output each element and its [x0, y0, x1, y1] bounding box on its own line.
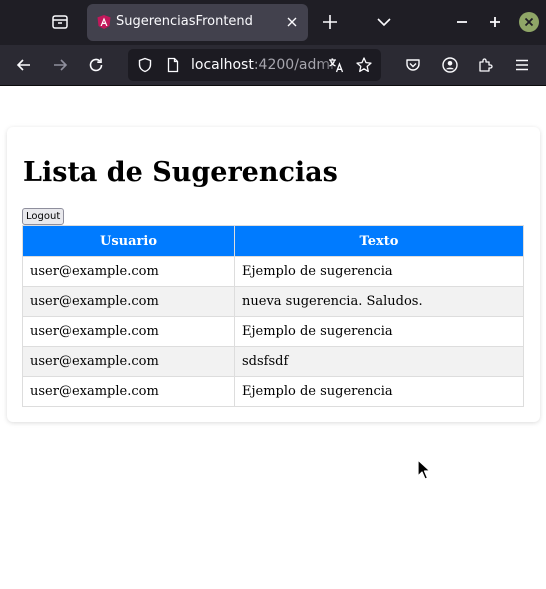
extensions-button[interactable] — [476, 55, 496, 75]
arrow-right-icon — [54, 59, 68, 71]
cell-usuario: user@example.com — [22, 376, 235, 407]
cell-texto: sdsfsdf — [234, 346, 524, 377]
cell-texto: Ejemplo de sugerencia — [234, 256, 524, 287]
close-icon — [524, 17, 534, 27]
address-bar[interactable]: localhost:4200/admi — [128, 49, 381, 81]
page-title: Lista de Sugerencias — [23, 157, 338, 188]
suggestions-card: Lista de Sugerencias Logout Usuario Text… — [7, 127, 540, 422]
table-row: user@example.com nueva sugerencia. Salud… — [22, 286, 524, 317]
pocket-icon — [406, 59, 420, 71]
forward-button[interactable] — [50, 55, 70, 75]
close-icon — [287, 17, 297, 27]
star-icon[interactable] — [355, 56, 373, 74]
cell-usuario: user@example.com — [22, 316, 235, 347]
account-icon — [442, 57, 458, 73]
angular-icon — [97, 15, 111, 29]
menu-button[interactable] — [512, 55, 532, 75]
arrow-left-icon — [16, 59, 30, 71]
back-button[interactable] — [14, 55, 34, 75]
table-row: user@example.com Ejemplo de sugerencia — [22, 256, 524, 287]
table-header-row: Usuario Texto — [22, 225, 524, 257]
logout-button[interactable]: Logout — [22, 208, 65, 225]
new-tab-icon[interactable] — [320, 12, 340, 32]
browser-nav-bar: localhost:4200/admi — [0, 45, 546, 86]
table-row: user@example.com Ejemplo de sugerencia — [22, 316, 524, 347]
cell-texto: Ejemplo de sugerencia — [234, 376, 524, 407]
shield-icon[interactable] — [137, 57, 153, 73]
chevron-down-icon[interactable] — [374, 12, 394, 32]
cell-usuario: user@example.com — [22, 256, 235, 287]
cell-usuario: user@example.com — [22, 286, 235, 317]
reload-icon — [89, 58, 103, 72]
browser-tab[interactable]: SugerenciasFrontend — [87, 4, 308, 41]
maximize-icon[interactable] — [485, 12, 505, 32]
browser-tab-bar: SugerenciasFrontend — [0, 0, 546, 45]
pocket-button[interactable] — [403, 55, 423, 75]
cell-texto: nueva sugerencia. Saludos. — [234, 286, 524, 317]
page-icon[interactable] — [165, 57, 181, 73]
minimize-icon[interactable] — [452, 12, 472, 32]
firefox-view-icon — [52, 15, 68, 29]
column-header-usuario: Usuario — [22, 225, 235, 257]
table-row: user@example.com sdsfsdf — [22, 346, 524, 377]
url-host: localhost — [191, 57, 254, 73]
cell-texto: Ejemplo de sugerencia — [234, 316, 524, 347]
puzzle-icon — [479, 58, 493, 72]
window-close-button[interactable] — [519, 12, 539, 32]
account-button[interactable] — [440, 55, 460, 75]
url-text: localhost:4200/admi — [191, 57, 334, 73]
tab-close-button[interactable] — [283, 13, 301, 31]
page-viewport: Lista de Sugerencias Logout Usuario Text… — [0, 86, 546, 589]
reload-button[interactable] — [86, 55, 106, 75]
hamburger-icon — [516, 59, 528, 71]
table-row: user@example.com Ejemplo de sugerencia — [22, 376, 524, 407]
column-header-texto: Texto — [234, 225, 524, 257]
translate-icon[interactable] — [327, 56, 345, 74]
cell-usuario: user@example.com — [22, 346, 235, 377]
tab-title: SugerenciasFrontend — [116, 14, 253, 29]
suggestions-table: Usuario Texto user@example.com Ejemplo d… — [22, 225, 524, 407]
mouse-cursor-icon — [417, 459, 431, 480]
firefox-view-button[interactable] — [49, 11, 71, 33]
